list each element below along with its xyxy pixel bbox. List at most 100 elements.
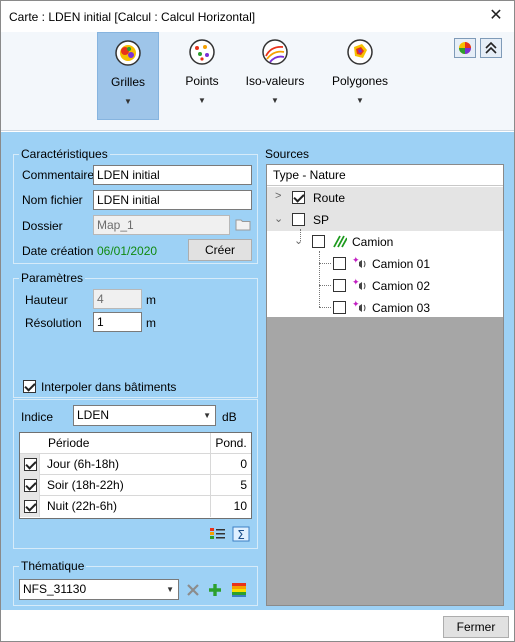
sources-title: Sources bbox=[265, 147, 310, 161]
camion-03-checkbox[interactable] bbox=[333, 301, 346, 314]
chevron-down-icon: ▼ bbox=[124, 97, 132, 106]
periods-table: Période Pond. Jour (6h-18h) 0 Soir (18h-… bbox=[19, 432, 252, 519]
period-checkbox[interactable] bbox=[24, 500, 37, 513]
hauteur-label: Hauteur bbox=[25, 293, 68, 307]
nom-fichier-label: Nom fichier bbox=[22, 193, 83, 207]
isolines-map-icon bbox=[262, 39, 288, 65]
indice-label: Indice bbox=[21, 410, 54, 424]
color-palette-button[interactable] bbox=[454, 38, 476, 58]
road-lines-icon bbox=[333, 235, 347, 248]
camion-label: Camion bbox=[352, 235, 394, 249]
commentaire-input[interactable]: LDEN initial bbox=[93, 165, 252, 185]
legend-edit-icon[interactable] bbox=[209, 526, 227, 542]
period-pond[interactable]: 0 bbox=[210, 454, 251, 475]
tree-item-sp[interactable]: ⌄ SP bbox=[267, 209, 503, 231]
indice-unit: dB bbox=[222, 410, 237, 424]
points-button[interactable]: Points ▼ bbox=[173, 32, 231, 120]
date-creation-label: Date création bbox=[22, 244, 94, 258]
chevron-right-icon[interactable]: > bbox=[275, 190, 281, 202]
double-chevron-up-icon bbox=[485, 41, 497, 54]
resolution-label: Résolution bbox=[25, 316, 82, 330]
svg-text:✦: ✦ bbox=[352, 278, 360, 288]
chevron-down-icon: ▼ bbox=[198, 96, 206, 105]
period-checkbox[interactable] bbox=[24, 458, 37, 471]
polygones-button[interactable]: Polygones ▼ bbox=[327, 32, 393, 120]
title-bar: Carte : LDEN initial [Calcul : Calcul Ho… bbox=[1, 1, 514, 32]
interpoler-label: Interpoler dans bâtiments bbox=[41, 380, 177, 394]
close-icon[interactable]: ✕ bbox=[486, 6, 506, 26]
camion-03-label: Camion 03 bbox=[372, 301, 431, 315]
sources-tree: Type - Nature > Route ⌄ SP ⌄ Camion ✦ Ca… bbox=[266, 164, 504, 606]
iso-valeurs-button[interactable]: Iso-valeurs ▼ bbox=[241, 32, 309, 120]
period-name: Soir (18h-22h) bbox=[47, 478, 124, 492]
ribbon: Grilles ▼ Points ▼ Iso-valeurs ▼ Polygon… bbox=[1, 32, 514, 131]
thematique-title: Thématique bbox=[19, 559, 87, 573]
camion-02-checkbox[interactable] bbox=[333, 279, 346, 292]
fermer-button[interactable]: Fermer bbox=[443, 616, 509, 638]
hauteur-input: 4 bbox=[93, 289, 142, 309]
route-checkbox[interactable] bbox=[292, 191, 305, 204]
grid-map-icon bbox=[115, 40, 141, 66]
hauteur-unit: m bbox=[146, 293, 156, 307]
col-pond-header[interactable]: Pond. bbox=[210, 433, 251, 454]
resolution-input[interactable]: 1 bbox=[93, 312, 142, 332]
chevron-down-icon: ▼ bbox=[166, 585, 174, 594]
indice-value: LDEN bbox=[77, 408, 110, 422]
chevron-down-icon: ▼ bbox=[356, 96, 364, 105]
footer: Fermer bbox=[1, 610, 514, 641]
color-wheel-icon bbox=[459, 42, 471, 54]
points-map-icon bbox=[189, 39, 215, 65]
camion-01-checkbox[interactable] bbox=[333, 257, 346, 270]
indice-select[interactable]: LDEN ▼ bbox=[73, 405, 216, 426]
window-title: Carte : LDEN initial [Calcul : Calcul Ho… bbox=[9, 10, 256, 24]
dossier-input: Map_1 bbox=[93, 215, 230, 235]
thematique-value: NFS_31130 bbox=[23, 582, 87, 596]
tree-item-camion-03[interactable]: ✦ Camion 03 bbox=[267, 297, 503, 319]
caracteristiques-title: Caractéristiques bbox=[19, 147, 110, 161]
table-row[interactable]: Nuit (22h-6h) 10 bbox=[20, 496, 251, 517]
chevron-down-icon[interactable]: ⌄ bbox=[274, 212, 283, 225]
camion-02-label: Camion 02 bbox=[372, 279, 431, 293]
delete-icon[interactable] bbox=[185, 582, 201, 598]
color-scale-icon[interactable] bbox=[230, 581, 248, 599]
point-source-icon: ✦ bbox=[352, 278, 366, 290]
dossier-label: Dossier bbox=[22, 219, 63, 233]
tree-header[interactable]: Type - Nature bbox=[267, 165, 503, 186]
points-label: Points bbox=[185, 74, 219, 88]
creer-button[interactable]: Créer bbox=[188, 239, 252, 261]
tree-item-camion-01[interactable]: ✦ Camion 01 bbox=[267, 253, 503, 275]
table-row[interactable]: Soir (18h-22h) 5 bbox=[20, 475, 251, 496]
folder-icon[interactable] bbox=[235, 217, 251, 231]
collapse-ribbon-button[interactable] bbox=[480, 38, 502, 58]
camion-01-label: Camion 01 bbox=[372, 257, 431, 271]
sp-label: SP bbox=[313, 213, 330, 227]
camion-checkbox[interactable] bbox=[312, 235, 325, 248]
period-checkbox[interactable] bbox=[24, 479, 37, 492]
svg-text:✦: ✦ bbox=[352, 256, 360, 266]
tree-item-camion-02[interactable]: ✦ Camion 02 bbox=[267, 275, 503, 297]
table-row[interactable]: Jour (6h-18h) 0 bbox=[20, 454, 251, 475]
period-pond[interactable]: 5 bbox=[210, 475, 251, 496]
tree-item-camion[interactable]: ⌄ Camion bbox=[267, 231, 503, 253]
period-name: Nuit (22h-6h) bbox=[47, 499, 118, 513]
parametres-title: Paramètres bbox=[19, 271, 86, 285]
grilles-button[interactable]: Grilles ▼ bbox=[97, 32, 159, 120]
svg-text:✦: ✦ bbox=[352, 300, 360, 310]
chevron-down-icon[interactable]: ⌄ bbox=[294, 234, 303, 247]
commentaire-label: Commentaire bbox=[22, 168, 95, 182]
sigma-icon[interactable]: Σ bbox=[232, 526, 250, 542]
iso-valeurs-label: Iso-valeurs bbox=[245, 74, 305, 88]
resolution-unit: m bbox=[146, 316, 156, 330]
col-periode-header[interactable]: Période bbox=[20, 433, 210, 454]
interpoler-checkbox[interactable] bbox=[23, 380, 36, 393]
polygons-map-icon bbox=[347, 39, 373, 65]
period-pond[interactable]: 10 bbox=[210, 496, 251, 517]
add-icon[interactable] bbox=[207, 582, 223, 598]
sp-checkbox[interactable] bbox=[292, 213, 305, 226]
period-name: Jour (6h-18h) bbox=[47, 457, 120, 471]
thematique-select[interactable]: NFS_31130 ▼ bbox=[19, 579, 179, 600]
grilles-label: Grilles bbox=[110, 75, 145, 89]
tree-item-route[interactable]: > Route bbox=[267, 187, 503, 209]
chevron-down-icon: ▼ bbox=[203, 411, 211, 420]
nom-fichier-input[interactable]: LDEN initial bbox=[93, 190, 252, 210]
